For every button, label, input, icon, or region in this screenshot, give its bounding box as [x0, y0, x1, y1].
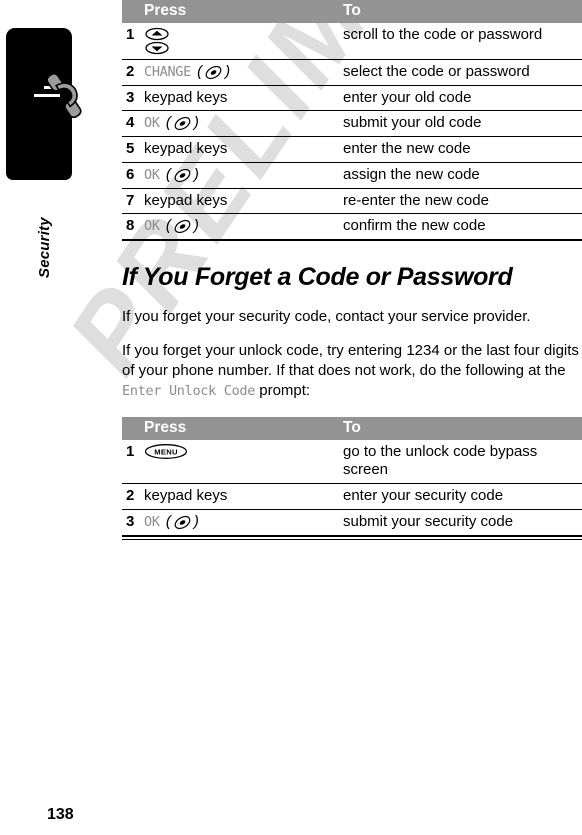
description-cell: enter your old code [340, 85, 582, 112]
description-cell: submit your security code [340, 509, 582, 537]
table-row: 7 keypad keys re-enter the new code [122, 188, 582, 215]
phone-handset-icon [48, 72, 82, 118]
description-cell: assign the new code [340, 162, 582, 189]
step-number: 3 [122, 509, 144, 537]
menu-key-icon: MENU [144, 443, 188, 459]
press-cell: OK ( ) [144, 509, 340, 537]
press-cell: keypad keys [144, 188, 340, 215]
page-number: 138 [47, 806, 74, 823]
press-cell: CHANGE ( ) [144, 59, 340, 86]
sidebar: Security 138 [0, 0, 118, 835]
step-number: 2 [122, 59, 144, 86]
softkey-icon [174, 117, 191, 131]
paragraph-part-1: If you forget your unlock code, try ente… [122, 342, 579, 379]
table-row: 2 CHANGE ( ) select the code or password [122, 59, 582, 86]
procedure-table-change-code: Press To 1 scroll to the code or passwor… [122, 0, 582, 242]
step-number: 7 [122, 188, 144, 215]
paragraph-forgot-security-code: If you forget your security code, contac… [122, 308, 531, 326]
description-cell: go to the unlock code bypass screen [340, 439, 582, 485]
table-row: 2 keypad keys enter your security code [122, 483, 582, 510]
table-row: 1 scroll to the code or password [122, 22, 582, 60]
press-cell: OK ( ) [144, 162, 340, 189]
softkey-label-ok: OK [144, 166, 160, 183]
softkey-label-ok: OK [144, 513, 160, 530]
press-cell: keypad keys [144, 85, 340, 112]
description-cell: re-enter the new code [340, 188, 582, 215]
paren-open: ( [161, 512, 171, 530]
softkey-icon [174, 515, 191, 529]
paragraph-part-2: prompt: [255, 381, 311, 399]
procedure-table-change-code-wrapper: Press To 1 scroll to the code or passwor… [122, 0, 582, 242]
column-header-press: Press [144, 416, 340, 440]
press-cell: OK ( ) [144, 213, 340, 242]
paren-close: ) [193, 114, 199, 132]
section-tab-security: Security [36, 192, 60, 284]
description-cell: enter your security code [340, 483, 582, 510]
column-header-step [122, 0, 144, 23]
step-number: 1 [122, 439, 144, 485]
step-number: 5 [122, 136, 144, 163]
description-cell: enter the new code [340, 136, 582, 163]
page-title: If You Forget a Code or Password [122, 263, 513, 292]
column-header-to: To [340, 0, 582, 23]
table-row: 3 keypad keys enter your old code [122, 85, 582, 112]
softkey-label-change: CHANGE [144, 63, 191, 80]
table-header-row: Press To [122, 416, 582, 440]
table-row: 1 MENU go to the unlock code bypass scre… [122, 439, 582, 485]
description-cell: submit your old code [340, 110, 582, 138]
table-row: 6 OK ( ) assign the new code [122, 162, 582, 189]
page-content: Press To 1 scroll to the code or passwor… [122, 0, 582, 835]
table-row: 4 OK ( ) submit your old code [122, 110, 582, 138]
paren-close: ) [193, 217, 199, 235]
paren-open: ( [161, 217, 171, 235]
step-number: 8 [122, 213, 144, 242]
paren-open: ( [161, 114, 171, 132]
table-row: 8 OK ( ) confirm the new code [122, 213, 582, 242]
paren-open: ( [161, 165, 171, 183]
description-cell: scroll to the code or password [340, 22, 582, 60]
table-row: 3 OK ( ) submit your security code [122, 509, 582, 537]
paren-close: ) [193, 512, 199, 530]
table-row: 5 keypad keys enter the new code [122, 136, 582, 163]
paren-close: ) [225, 62, 231, 80]
display-prompt-enter-unlock-code: Enter Unlock Code [122, 382, 256, 399]
column-header-press: Press [144, 0, 340, 23]
section-tab-label: Security [36, 217, 53, 278]
step-number: 1 [122, 22, 144, 60]
press-cell: OK ( ) [144, 110, 340, 138]
softkey-label-ok: OK [144, 218, 160, 235]
description-cell: confirm the new code [340, 213, 582, 242]
step-number: 6 [122, 162, 144, 189]
paragraph-forgot-unlock-code: If you forget your unlock code, try ente… [122, 341, 582, 401]
scroll-up-down-key-icon [145, 27, 169, 54]
step-number: 4 [122, 110, 144, 138]
press-cell [144, 22, 340, 60]
softkey-icon [174, 168, 191, 182]
svg-text:MENU: MENU [154, 447, 178, 456]
table-closing-rule [122, 538, 582, 540]
paren-close: ) [193, 165, 199, 183]
step-number: 3 [122, 85, 144, 112]
procedure-table-unlock-bypass: Press To 1 MENU go to the unlock code by… [122, 416, 582, 537]
step-number: 2 [122, 483, 144, 510]
press-cell: keypad keys [144, 136, 340, 163]
press-cell: keypad keys [144, 483, 340, 510]
softkey-label-ok: OK [144, 115, 160, 132]
softkey-icon [174, 220, 191, 234]
paren-open: ( [192, 62, 203, 80]
phone-graphic [6, 28, 82, 180]
softkey-icon [205, 65, 222, 79]
press-cell: MENU [144, 439, 340, 485]
table-header-row: Press To [122, 0, 582, 23]
column-header-step [122, 416, 144, 440]
procedure-table-unlock-bypass-wrapper: Press To 1 MENU go to the unlock code by… [122, 416, 582, 540]
column-header-to: To [340, 416, 582, 440]
description-cell: select the code or password [340, 59, 582, 86]
